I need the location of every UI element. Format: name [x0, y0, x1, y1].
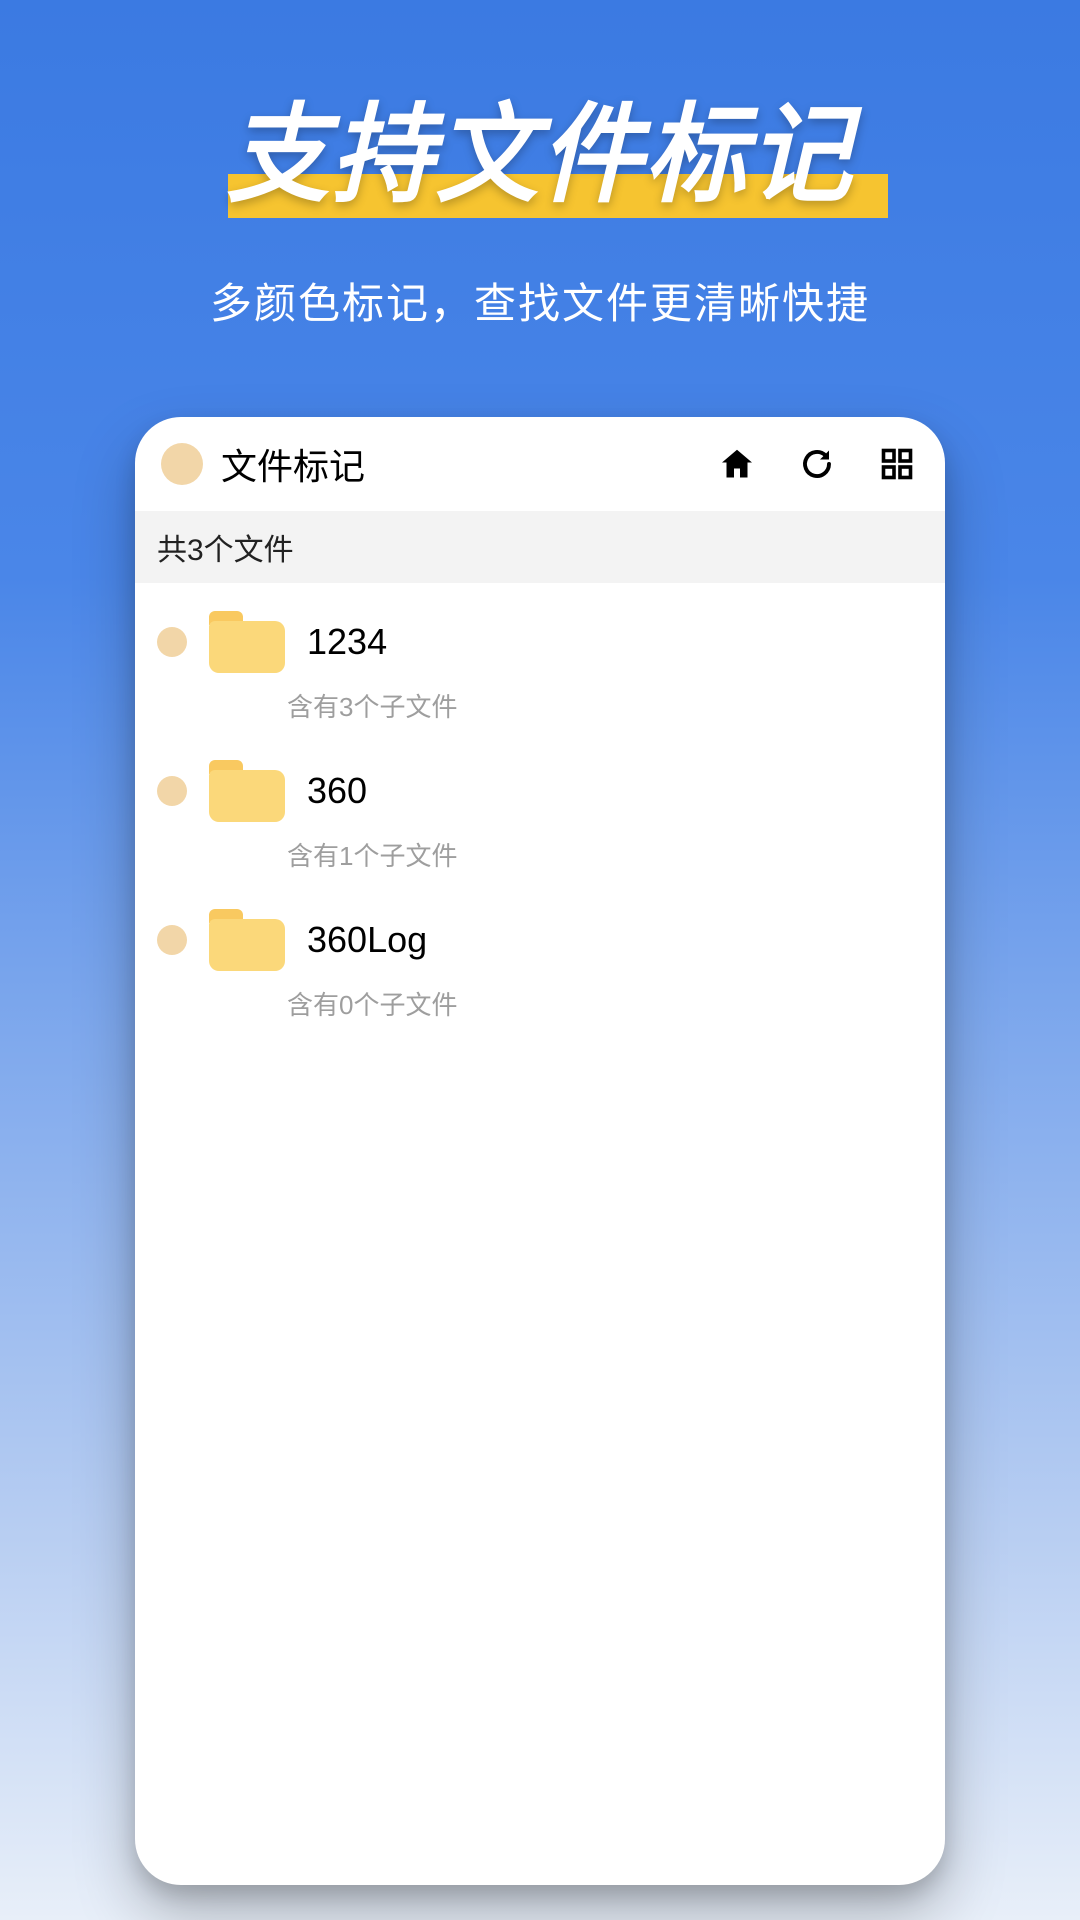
- home-icon: [719, 446, 755, 482]
- tag-dot-icon: [157, 776, 187, 806]
- topbar: 文件标记: [135, 417, 945, 511]
- list-item[interactable]: 1234 含有3个子文件: [135, 593, 945, 742]
- folder-icon: [209, 760, 285, 822]
- folder-icon: [209, 909, 285, 971]
- tag-dot-icon: [157, 627, 187, 657]
- file-subtext: 含有1个子文件: [287, 836, 923, 873]
- file-name: 360: [307, 770, 367, 812]
- file-count-bar: 共3个文件: [135, 511, 945, 583]
- file-subtext: 含有3个子文件: [287, 687, 923, 724]
- file-name: 360Log: [307, 919, 427, 961]
- avatar-icon[interactable]: [161, 443, 203, 485]
- hero-title-wrap: 支持文件标记: [210, 68, 870, 224]
- refresh-icon: [799, 446, 835, 482]
- tag-dot-icon: [157, 925, 187, 955]
- file-list: 1234 含有3个子文件 360 含有1个子文件 360Log 含: [135, 583, 945, 1040]
- list-item[interactable]: 360 含有1个子文件: [135, 742, 945, 891]
- file-name: 1234: [307, 621, 387, 663]
- hero-title: 支持文件标记: [226, 68, 853, 224]
- folder-icon: [209, 611, 285, 673]
- hero-subtitle: 多颜色标记，查找文件更清晰快捷: [210, 270, 870, 331]
- list-item[interactable]: 360Log 含有0个子文件: [135, 891, 945, 1040]
- grid-icon: [879, 446, 915, 482]
- list-item-row: 360Log: [157, 909, 923, 971]
- page-title: 文件标记: [221, 438, 679, 490]
- file-subtext: 含有0个子文件: [287, 985, 923, 1022]
- home-button[interactable]: [715, 442, 759, 486]
- grid-button[interactable]: [875, 442, 919, 486]
- phone-frame: 文件标记 共3个文件: [135, 417, 945, 1885]
- refresh-button[interactable]: [795, 442, 839, 486]
- list-item-row: 360: [157, 760, 923, 822]
- hero-section: 支持文件标记 多颜色标记，查找文件更清晰快捷: [210, 68, 870, 331]
- list-item-row: 1234: [157, 611, 923, 673]
